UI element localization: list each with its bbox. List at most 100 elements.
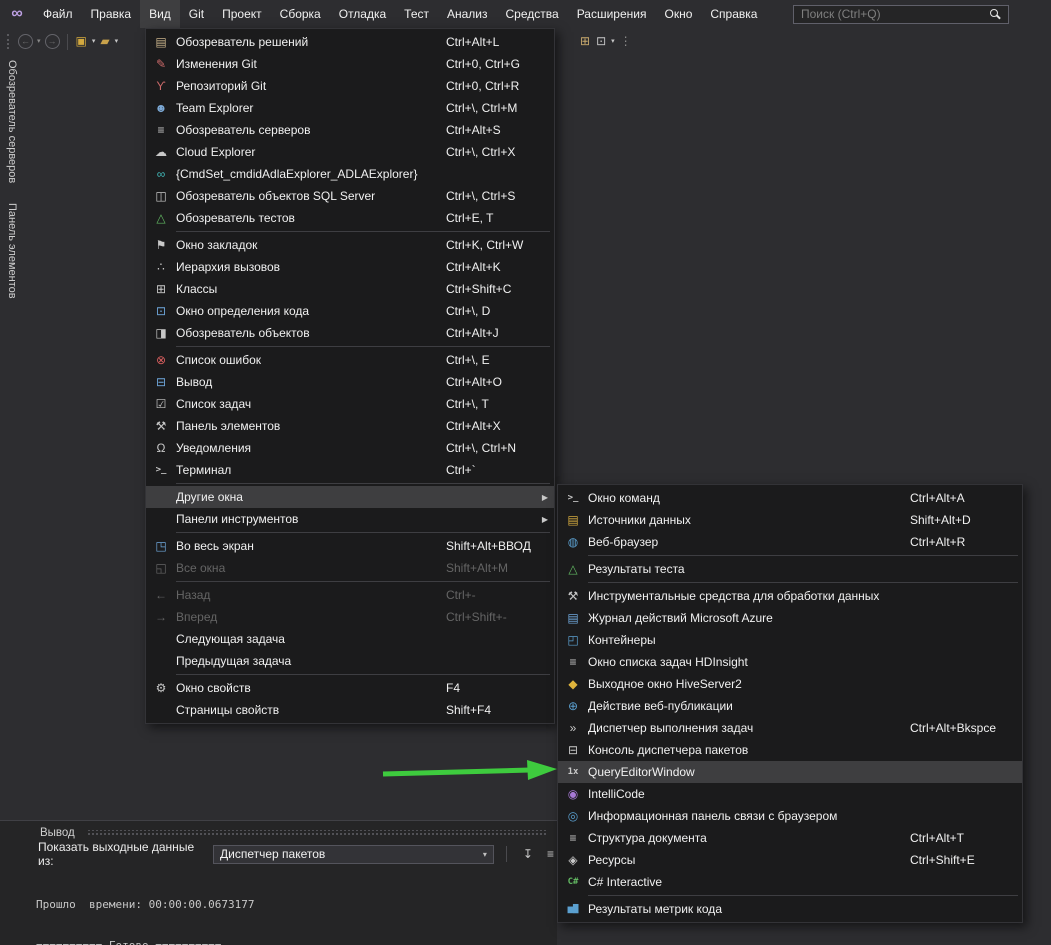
menu-item-output[interactable]: ⊟ВыводCtrl+Alt+O	[146, 371, 554, 393]
menu-item-error-list[interactable]: ⊗Список ошибокCtrl+\, E	[146, 349, 554, 371]
submenu-item-azure-activity-log[interactable]: ▤Журнал действий Microsoft Azure	[558, 607, 1022, 629]
menu-item-call-hierarchy[interactable]: ∴Иерархия вызововCtrl+Alt+K	[146, 256, 554, 278]
submenu-item-browser-link-dashboard[interactable]: ◎Информационная панель связи с браузером	[558, 805, 1022, 827]
open-folder-icon[interactable]: ▰	[97, 28, 112, 55]
open-folder-dropdown-icon[interactable]: ▾	[113, 28, 121, 55]
menu-item-solution-explorer[interactable]: ▤Обозреватель решенийCtrl+Alt+L	[146, 31, 554, 53]
menu-debug[interactable]: Отладка	[330, 0, 395, 28]
menu-item-all-windows: ◱Все окнаShift+Alt+M	[146, 557, 554, 579]
menu-item-git-repository[interactable]: ϒРепозиторий GitCtrl+0, Ctrl+R	[146, 75, 554, 97]
menu-item-sql-server-object-explorer[interactable]: ◫Обозреватель объектов SQL ServerCtrl+\,…	[146, 185, 554, 207]
menu-item-code-definition-window[interactable]: ⊡Окно определения кодаCtrl+\, D	[146, 300, 554, 322]
terminal-icon: >_	[146, 459, 176, 481]
menu-item-terminal[interactable]: >_ТерминалCtrl+`	[146, 459, 554, 481]
panel-drag-handle[interactable]	[87, 830, 547, 836]
menu-item-next-task[interactable]: Следующая задача	[146, 628, 554, 650]
menu-item-shortcut: Ctrl+Alt+X	[446, 419, 548, 433]
search-icon[interactable]	[990, 9, 998, 17]
navigate-back-icon[interactable]: ←	[18, 34, 33, 49]
menu-item-notifications[interactable]: ΩУведомленияCtrl+\, Ctrl+N	[146, 437, 554, 459]
submenu-item-data-processing-tools[interactable]: ⚒Инструментальные средства для обработки…	[558, 585, 1022, 607]
submenu-item-resources[interactable]: ◈РесурсыCtrl+Shift+E	[558, 849, 1022, 871]
menu-item-git-changes[interactable]: ✎Изменения GitCtrl+0, Ctrl+G	[146, 53, 554, 75]
word-wrap-icon[interactable]: ≡	[544, 843, 557, 865]
submenu-arrow-icon: ▶	[538, 493, 548, 502]
intellicode-icon: ◉	[558, 783, 588, 805]
menu-item-toolbox[interactable]: ⚒Панель элементовCtrl+Alt+X	[146, 415, 554, 437]
menu-extensions[interactable]: Расширения	[568, 0, 656, 28]
output-content[interactable]: Прошло времени: 00:00:00.0673177 =======…	[0, 866, 557, 945]
menu-help[interactable]: Справка	[701, 0, 766, 28]
submenu-item-package-manager-console[interactable]: ⊟Консоль диспетчера пакетов	[558, 739, 1022, 761]
submenu-item-data-sources[interactable]: ▤Источники данныхShift+Alt+D	[558, 509, 1022, 531]
toolbar-grip[interactable]	[7, 34, 11, 49]
output-panel-header[interactable]: Вывод	[0, 821, 557, 842]
menu-item-bookmark-window[interactable]: ⚑Окно закладокCtrl+K, Ctrl+W	[146, 234, 554, 256]
menu-item-label: Иерархия вызовов	[176, 260, 280, 274]
toolbox-icon: ⚒	[146, 415, 176, 437]
menu-item-object-browser[interactable]: ◨Обозреватель объектовCtrl+Alt+J	[146, 322, 554, 344]
menu-build[interactable]: Сборка	[271, 0, 330, 28]
output-source-select[interactable]: Диспетчер пакетов ▾	[213, 845, 494, 864]
menu-item-label: Обозреватель тестов	[176, 211, 295, 225]
submenu-item-command-window[interactable]: >_Окно командCtrl+Alt+A	[558, 487, 1022, 509]
submenu-item-web-publish-activity[interactable]: ⊕Действие веб-публикации	[558, 695, 1022, 717]
new-project-dropdown-icon[interactable]: ▾	[90, 28, 98, 55]
green-annotation-arrow	[378, 757, 562, 787]
menu-git[interactable]: Git	[180, 0, 213, 28]
menu-item-previous-task[interactable]: Предыдущая задача	[146, 650, 554, 672]
properties-window-icon: ⚙	[146, 677, 176, 699]
menu-separator	[588, 555, 1018, 556]
menu-tools[interactable]: Средства	[497, 0, 568, 28]
submenu-item-test-results[interactable]: △Результаты теста	[558, 558, 1022, 580]
toolbar-overflow-icon[interactable]: ⋮	[617, 28, 635, 55]
submenu-item-document-outline[interactable]: ≡Структура документаCtrl+Alt+T	[558, 827, 1022, 849]
menu-analyze[interactable]: Анализ	[438, 0, 497, 28]
package-icon[interactable]: ⊞	[577, 28, 593, 55]
server-explorer-icon: ≡	[146, 119, 176, 141]
package-manager-console-icon: ⊟	[558, 739, 588, 761]
submenu-item-task-runner-explorer[interactable]: »Диспетчер выполнения задачCtrl+Alt+Bksp…	[558, 717, 1022, 739]
navigate-forward-icon[interactable]: →	[45, 34, 60, 49]
submenu-item-web-browser[interactable]: ◍Веб-браузерCtrl+Alt+R	[558, 531, 1022, 553]
tab-toolbox[interactable]: Панель элементов	[6, 201, 18, 301]
menu-item-property-pages[interactable]: Страницы свойствShift+F4	[146, 699, 554, 721]
submenu-item-csharp-interactive[interactable]: C#C# Interactive	[558, 871, 1022, 893]
menu-test[interactable]: Тест	[395, 0, 438, 28]
menu-item-cloud-explorer[interactable]: ☁Cloud ExplorerCtrl+\, Ctrl+X	[146, 141, 554, 163]
menu-window[interactable]: Окно	[655, 0, 701, 28]
menu-item-full-screen[interactable]: ◳Во весь экранShift+Alt+ВВОД	[146, 535, 554, 557]
menu-item-label: Репозиторий Git	[176, 79, 266, 93]
adla-explorer-icon: ∞	[146, 163, 176, 185]
screenshot-icon[interactable]: ⊡	[593, 28, 609, 55]
tab-server-explorer[interactable]: Обозреватель серверов	[6, 58, 18, 185]
submenu-item-hiveserver2-output[interactable]: ◆Выходное окно HiveServer2	[558, 673, 1022, 695]
menu-item-label: Результаты теста	[588, 562, 685, 576]
toolbar-dropdown-icon[interactable]: ▾	[609, 28, 617, 55]
submenu-item-hdinsight-task-list[interactable]: ≡Окно списка задач HDInsight	[558, 651, 1022, 673]
clear-all-icon[interactable]: ↧	[520, 843, 536, 865]
menu-item-toolbars[interactable]: Панели инструментов▶	[146, 508, 554, 530]
navigate-back-dropdown-icon[interactable]: ▾	[35, 28, 43, 55]
menu-item-adla-explorer[interactable]: ∞{CmdSet_cmdidAdlaExplorer_ADLAExplorer}	[146, 163, 554, 185]
submenu-item-query-editor-window[interactable]: 1xQueryEditorWindow	[558, 761, 1022, 783]
submenu-item-intellicode[interactable]: ◉IntelliCode	[558, 783, 1022, 805]
menu-edit[interactable]: Правка	[82, 0, 141, 28]
submenu-item-containers[interactable]: ◰Контейнеры	[558, 629, 1022, 651]
menu-view[interactable]: Вид	[140, 0, 180, 28]
menu-item-other-windows[interactable]: Другие окна▶	[146, 486, 554, 508]
menu-item-properties-window[interactable]: ⚙Окно свойствF4	[146, 677, 554, 699]
hiveserver2-icon: ◆	[558, 673, 588, 695]
combo-dropdown-icon[interactable]: ▾	[483, 850, 487, 859]
menu-file[interactable]: Файл	[34, 0, 82, 28]
menu-item-task-list[interactable]: ☑Список задачCtrl+\, T	[146, 393, 554, 415]
menu-project[interactable]: Проект	[213, 0, 271, 28]
menu-item-class-view[interactable]: ⊞КлассыCtrl+Shift+C	[146, 278, 554, 300]
new-project-icon[interactable]: ▣	[73, 28, 90, 55]
menu-item-server-explorer[interactable]: ≡Обозреватель серверовCtrl+Alt+S	[146, 119, 554, 141]
menu-item-shortcut: Ctrl+0, Ctrl+G	[446, 57, 548, 71]
menu-item-team-explorer[interactable]: ☻Team ExplorerCtrl+\, Ctrl+M	[146, 97, 554, 119]
menu-item-test-explorer[interactable]: △Обозреватель тестовCtrl+E, T	[146, 207, 554, 229]
search-input[interactable]	[793, 5, 1009, 24]
submenu-item-code-metrics-results[interactable]: ▅▇Результаты метрик кода	[558, 898, 1022, 920]
